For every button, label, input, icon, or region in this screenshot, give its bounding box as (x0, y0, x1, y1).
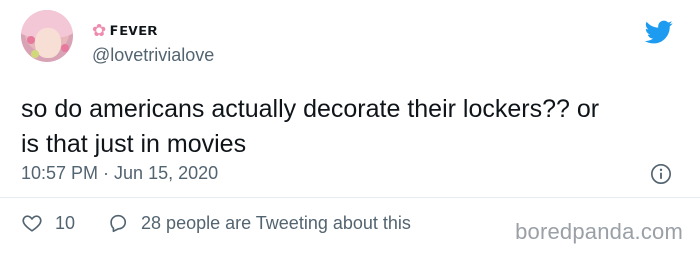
tweet-text-line: is that just in movies (21, 130, 247, 158)
tweet-actions: 10 28 people are Tweeting about this (21, 212, 411, 234)
tweet-text-line: so do americans actually decorate their … (21, 95, 600, 123)
like-button[interactable]: 10 (21, 212, 75, 234)
divider (0, 197, 700, 198)
twitter-bird-icon[interactable] (642, 18, 676, 46)
tweeting-about-link[interactable]: 28 people are Tweeting about this (107, 212, 411, 234)
tweet-card: ✿ ꜰᴇᴠᴇʀ @lovetrivialove so do americans … (0, 0, 700, 253)
avatar-flower (27, 36, 35, 44)
author-name-row[interactable]: ✿ ꜰᴇᴠᴇʀ (92, 20, 158, 40)
author-display-name[interactable]: ꜰᴇᴠᴇʀ (109, 20, 157, 40)
avatar-flower (61, 44, 69, 52)
info-icon[interactable] (650, 163, 672, 185)
like-count: 10 (55, 212, 76, 233)
cherry-blossom-icon: ✿ (92, 20, 107, 40)
speech-bubble-icon (110, 214, 127, 233)
author-handle[interactable]: @lovetrivialove (92, 45, 214, 66)
heart-icon (22, 215, 42, 232)
avatar[interactable] (21, 10, 73, 62)
watermark: boredpanda.com (515, 219, 683, 244)
avatar-flower (31, 50, 39, 58)
tweeting-about-text: 28 people are Tweeting about this (141, 212, 411, 233)
tweet-timestamp[interactable]: 10:57 PM · Jun 15, 2020 (21, 163, 218, 184)
tweet-text: so do americans actually decorate their … (21, 92, 671, 162)
